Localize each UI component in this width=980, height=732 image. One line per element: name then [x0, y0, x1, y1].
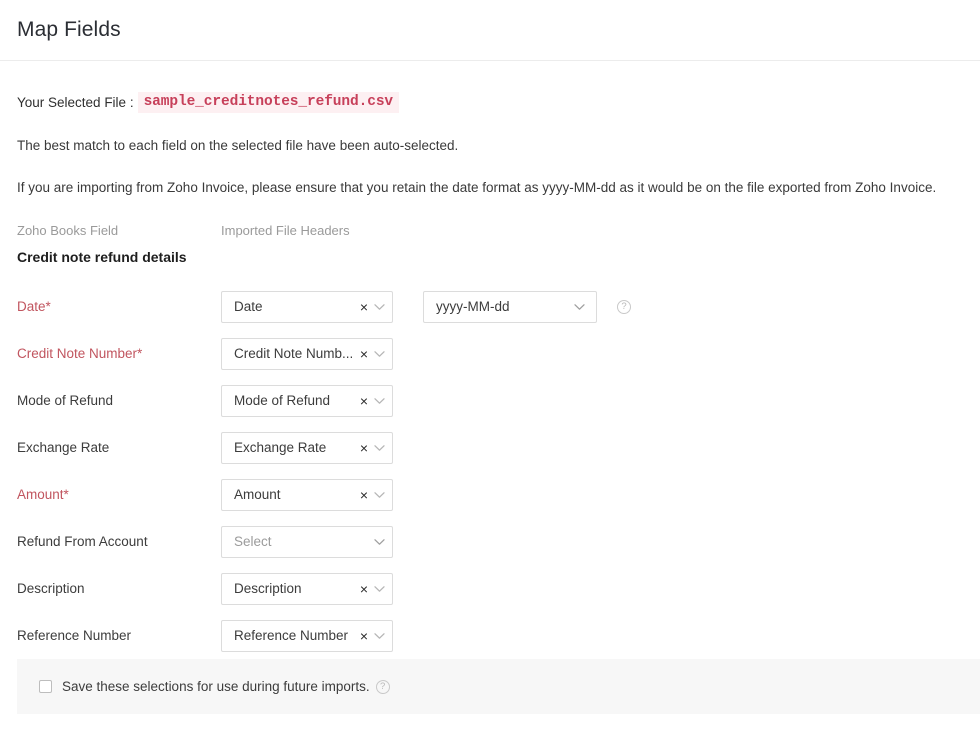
header-select-mode-of-refund-value: Mode of Refund: [234, 393, 357, 408]
field-label-refund-from-account: Refund From Account: [17, 534, 221, 549]
help-icon[interactable]: ?: [376, 680, 390, 694]
mapping-row-description: Description Description ×: [17, 565, 963, 612]
chevron-down-icon[interactable]: [572, 300, 586, 314]
clear-icon[interactable]: ×: [357, 629, 369, 643]
auto-select-note: The best match to each field on the sele…: [17, 137, 963, 155]
mapping-row-mode-of-refund: Mode of Refund Mode of Refund ×: [17, 377, 963, 424]
mapping-row-credit-note-number: Credit Note Number* Credit Note Numb... …: [17, 330, 963, 377]
column-header-zoho-books-field: Zoho Books Field: [17, 223, 221, 238]
page-title: Map Fields: [17, 18, 121, 42]
required-asterisk: *: [46, 299, 51, 314]
required-asterisk: *: [137, 346, 142, 361]
selected-file-label: Your Selected File :: [17, 95, 134, 110]
clear-icon[interactable]: ×: [357, 300, 369, 314]
mapping-row-reference-number: Reference Number Reference Number ×: [17, 612, 963, 659]
field-label-text: Date: [17, 299, 46, 314]
chevron-down-icon[interactable]: [372, 441, 386, 455]
field-label-text: Credit Note Number: [17, 346, 137, 361]
date-format-select[interactable]: yyyy-MM-dd: [423, 291, 597, 323]
header-select-description[interactable]: Description ×: [221, 573, 393, 605]
clear-icon[interactable]: ×: [357, 347, 369, 361]
field-label-credit-note-number: Credit Note Number*: [17, 346, 221, 361]
chevron-down-icon[interactable]: [372, 394, 386, 408]
field-mapping-rows: Date* Date × yyyy-MM-dd ? Credit Note Nu…: [17, 283, 963, 659]
field-label-exchange-rate: Exchange Rate: [17, 440, 221, 455]
clear-icon[interactable]: ×: [357, 582, 369, 596]
clear-icon[interactable]: ×: [357, 441, 369, 455]
header-select-amount[interactable]: Amount ×: [221, 479, 393, 511]
header-select-description-value: Description: [234, 581, 357, 596]
save-selections-label: Save these selections for use during fut…: [62, 679, 370, 694]
field-label-date: Date*: [17, 299, 221, 314]
section-title: Credit note refund details: [17, 249, 963, 265]
header-select-date-value: Date: [234, 299, 357, 314]
chevron-down-icon[interactable]: [372, 535, 386, 549]
header-select-exchange-rate-value: Exchange Rate: [234, 440, 357, 455]
date-format-select-value: yyyy-MM-dd: [436, 299, 572, 314]
field-label-text: Amount: [17, 487, 64, 502]
field-label-amount: Amount*: [17, 487, 221, 502]
header-select-refund-from-account-value: Select: [234, 534, 369, 549]
required-asterisk: *: [64, 487, 69, 502]
mapping-row-date: Date* Date × yyyy-MM-dd ?: [17, 283, 963, 330]
field-label-mode-of-refund: Mode of Refund: [17, 393, 221, 408]
save-selections-checkbox[interactable]: [39, 680, 52, 693]
page-header: Map Fields: [0, 0, 980, 61]
header-select-reference-number-value: Reference Number: [234, 628, 357, 643]
save-selections-bar: Save these selections for use during fut…: [17, 659, 980, 714]
mapping-row-exchange-rate: Exchange Rate Exchange Rate ×: [17, 424, 963, 471]
clear-icon[interactable]: ×: [357, 394, 369, 408]
header-select-amount-value: Amount: [234, 487, 357, 502]
field-label-description: Description: [17, 581, 221, 596]
header-select-exchange-rate[interactable]: Exchange Rate ×: [221, 432, 393, 464]
header-select-refund-from-account[interactable]: Select: [221, 526, 393, 558]
mapping-row-amount: Amount* Amount ×: [17, 471, 963, 518]
field-label-reference-number: Reference Number: [17, 628, 221, 643]
column-headers: Zoho Books Field Imported File Headers: [17, 223, 963, 238]
header-select-credit-note-number[interactable]: Credit Note Numb... ×: [221, 338, 393, 370]
chevron-down-icon[interactable]: [372, 582, 386, 596]
chevron-down-icon[interactable]: [372, 629, 386, 643]
help-icon[interactable]: ?: [617, 300, 631, 314]
header-select-date[interactable]: Date ×: [221, 291, 393, 323]
selected-file-row: Your Selected File : sample_creditnotes_…: [17, 92, 963, 113]
header-select-credit-note-number-value: Credit Note Numb...: [234, 346, 357, 361]
chevron-down-icon[interactable]: [372, 347, 386, 361]
header-select-mode-of-refund[interactable]: Mode of Refund ×: [221, 385, 393, 417]
chevron-down-icon[interactable]: [372, 300, 386, 314]
clear-icon[interactable]: ×: [357, 488, 369, 502]
date-format-note: If you are importing from Zoho Invoice, …: [17, 179, 963, 197]
header-select-reference-number[interactable]: Reference Number ×: [221, 620, 393, 652]
page-content: Your Selected File : sample_creditnotes_…: [0, 92, 980, 659]
chevron-down-icon[interactable]: [372, 488, 386, 502]
mapping-row-refund-from-account: Refund From Account Select: [17, 518, 963, 565]
selected-file-name: sample_creditnotes_refund.csv: [138, 92, 399, 113]
column-header-imported-file-headers: Imported File Headers: [221, 223, 350, 238]
